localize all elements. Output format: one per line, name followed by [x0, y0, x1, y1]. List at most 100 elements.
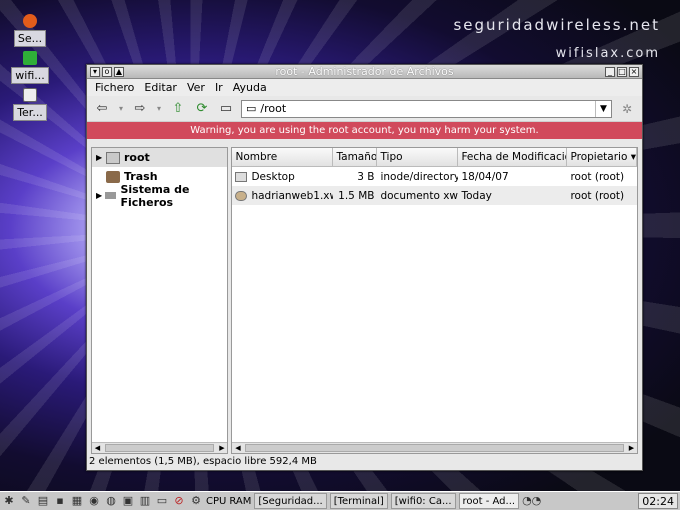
titlebar[interactable]: ▾ o ▲ root - Administrador de Archivos _… — [87, 65, 642, 79]
up-arrow-icon[interactable]: ⇧ — [169, 100, 187, 118]
sticky-icon[interactable]: o — [102, 66, 112, 77]
column-tipo[interactable]: Tipo — [377, 148, 459, 166]
minimize-icon[interactable]: _ — [605, 66, 615, 77]
ram-monitor-label: RAM — [229, 495, 252, 507]
scroll-left-icon[interactable]: ◀ — [232, 444, 243, 452]
shade-icon[interactable]: ▲ — [114, 66, 124, 77]
file-manager-window: ▾ o ▲ root - Administrador de Archivos _… — [86, 64, 643, 471]
task-terminal[interactable]: [Terminal] — [329, 493, 388, 509]
scroll-track[interactable] — [245, 444, 624, 452]
folder-small-icon: ▭ — [246, 102, 257, 115]
status-bar: 2 elementos (1,5 MB), espacio libre 592,… — [89, 456, 317, 467]
launcher-display-icon[interactable]: ▭ — [155, 494, 169, 508]
location-path: /root — [260, 102, 287, 115]
file-name: Desktop — [251, 170, 295, 183]
column-tamano[interactable]: Tamaño — [333, 148, 378, 166]
menu-ver[interactable]: Ver — [187, 81, 205, 94]
eyes-applet-icon: ◔◔ — [522, 494, 542, 507]
task-wifi0[interactable]: [wifi0: Ca... — [390, 493, 456, 509]
taskbar: ✱ ✎ ▤ ▪ ▦ ◉ ◍ ▣ ▥ ▭ ⊘ ⚙ CPU RAM [Segurid… — [0, 491, 680, 510]
file-owner: root (root) — [570, 189, 625, 202]
file-size: 1.5 MB — [338, 189, 375, 202]
sidebar-hscrollbar[interactable]: ◀ ▶ — [92, 442, 228, 453]
filelist-hscrollbar[interactable]: ◀ ▶ — [232, 442, 637, 453]
file-list: Nombre Tamaño Tipo Fecha de Modificación… — [231, 147, 638, 454]
desktop-icons: Se... wifi... Ter... — [11, 14, 49, 125]
brand-wifislax: wifislax.com — [555, 46, 660, 61]
home-icon[interactable]: ▭ — [217, 100, 235, 118]
file-size: 3 B — [357, 170, 375, 183]
browser-icon — [23, 14, 37, 28]
maximize-icon[interactable]: □ — [617, 66, 627, 77]
sidebar-item-label: Sistema de Ficheros — [120, 182, 190, 209]
image-file-icon — [235, 190, 248, 201]
menu-editar[interactable]: Editar — [144, 81, 177, 94]
file-date: Today — [461, 189, 492, 202]
location-dropdown-icon[interactable]: ▼ — [595, 100, 611, 117]
expander-icon[interactable]: ▶ — [96, 153, 106, 162]
terminal-icon — [23, 88, 37, 102]
window-menu-icon[interactable]: ▾ — [90, 66, 100, 77]
brand-seguridadwireless: seguridadwireless.net — [453, 16, 660, 34]
folder-icon — [235, 171, 248, 182]
file-date: 18/04/07 — [461, 170, 509, 183]
drive-icon — [104, 192, 117, 199]
forward-arrow-icon[interactable]: ⇨ — [131, 100, 149, 118]
forward-dropdown-icon[interactable]: ▾ — [155, 100, 163, 118]
file-type: documento xwd — [380, 189, 459, 202]
pager-icon[interactable]: ▣ — [121, 494, 135, 508]
sidebar-item-filesystem[interactable]: ▶ Sistema de Ficheros — [92, 183, 227, 209]
sidebar-item-label: Trash — [124, 170, 158, 183]
column-propietario[interactable]: Propietario ▾ — [567, 148, 637, 166]
settings-icon[interactable]: ⚙ — [189, 494, 203, 508]
sidebar: ▶ root Trash ▶ Sistema de Ficheros ◀ ▶ — [91, 147, 229, 454]
desktop-icon-label: Ter... — [13, 104, 47, 121]
column-fecha[interactable]: Fecha de Modificación — [458, 148, 568, 166]
back-dropdown-icon[interactable]: ▾ — [117, 100, 125, 118]
cpu-monitor-label: CPU — [206, 495, 227, 507]
launcher-clipboard-icon[interactable]: ▥ — [138, 494, 152, 508]
menu-ayuda[interactable]: Ayuda — [233, 81, 267, 94]
home-folder-icon — [106, 151, 120, 164]
launcher-tools-icon[interactable]: ✎ — [19, 494, 33, 508]
table-row[interactable]: Desktop 3 B inode/directory 18/04/07 roo… — [232, 167, 637, 186]
table-row[interactable]: hadrianweb1.xwd 1.5 MB documento xwd Tod… — [232, 186, 637, 205]
file-name: hadrianweb1.xwd — [251, 189, 333, 202]
launcher-web-icon[interactable]: ◉ — [87, 494, 101, 508]
task-seguridad[interactable]: [Seguridad... — [254, 493, 327, 509]
desktop-icon-terminal[interactable]: Ter... — [12, 88, 48, 121]
task-file-manager[interactable]: root - Ad... — [458, 493, 520, 509]
close-icon[interactable]: × — [629, 66, 639, 77]
scroll-right-icon[interactable]: ▶ — [216, 444, 227, 452]
scroll-right-icon[interactable]: ▶ — [626, 444, 637, 452]
desktop-icon-browser[interactable]: Se... — [12, 14, 48, 47]
sidebar-item-label: root — [124, 151, 150, 164]
column-headers: Nombre Tamaño Tipo Fecha de Modificación… — [232, 148, 637, 167]
column-nombre[interactable]: Nombre — [232, 148, 334, 166]
root-warning-banner: Warning, you are using the root account,… — [87, 122, 642, 139]
file-type: inode/directory — [380, 170, 459, 183]
throbber-icon: ✲ — [621, 101, 633, 116]
launcher-network-icon[interactable]: ◍ — [104, 494, 118, 508]
launcher-editor-icon[interactable]: ▦ — [70, 494, 84, 508]
menu-ir[interactable]: Ir — [215, 81, 223, 94]
launcher-stop-icon[interactable]: ⊘ — [172, 494, 186, 508]
wifi-tool-icon — [23, 51, 37, 65]
trash-icon — [106, 170, 120, 183]
sidebar-item-root[interactable]: ▶ root — [92, 148, 228, 167]
desktop-icon-label: Se... — [13, 30, 47, 47]
location-bar[interactable]: ▭ /root ▼ — [241, 99, 612, 118]
back-arrow-icon[interactable]: ⇦ — [93, 100, 111, 118]
menu-fichero[interactable]: Fichero — [95, 81, 134, 94]
start-menu-icon[interactable]: ✱ — [2, 494, 16, 508]
window-title: root - Administrador de Archivos — [275, 65, 454, 78]
expander-icon[interactable]: ▶ — [96, 191, 105, 200]
clock[interactable]: 02:24 — [638, 493, 678, 509]
scroll-track[interactable] — [105, 444, 215, 452]
file-owner: root (root) — [570, 170, 625, 183]
launcher-files-icon[interactable]: ▤ — [36, 494, 50, 508]
desktop-icon-wifi[interactable]: wifi... — [11, 51, 49, 84]
scroll-left-icon[interactable]: ◀ — [92, 444, 103, 452]
reload-icon[interactable]: ⟳ — [193, 100, 211, 118]
launcher-terminal-icon[interactable]: ▪ — [53, 494, 67, 508]
